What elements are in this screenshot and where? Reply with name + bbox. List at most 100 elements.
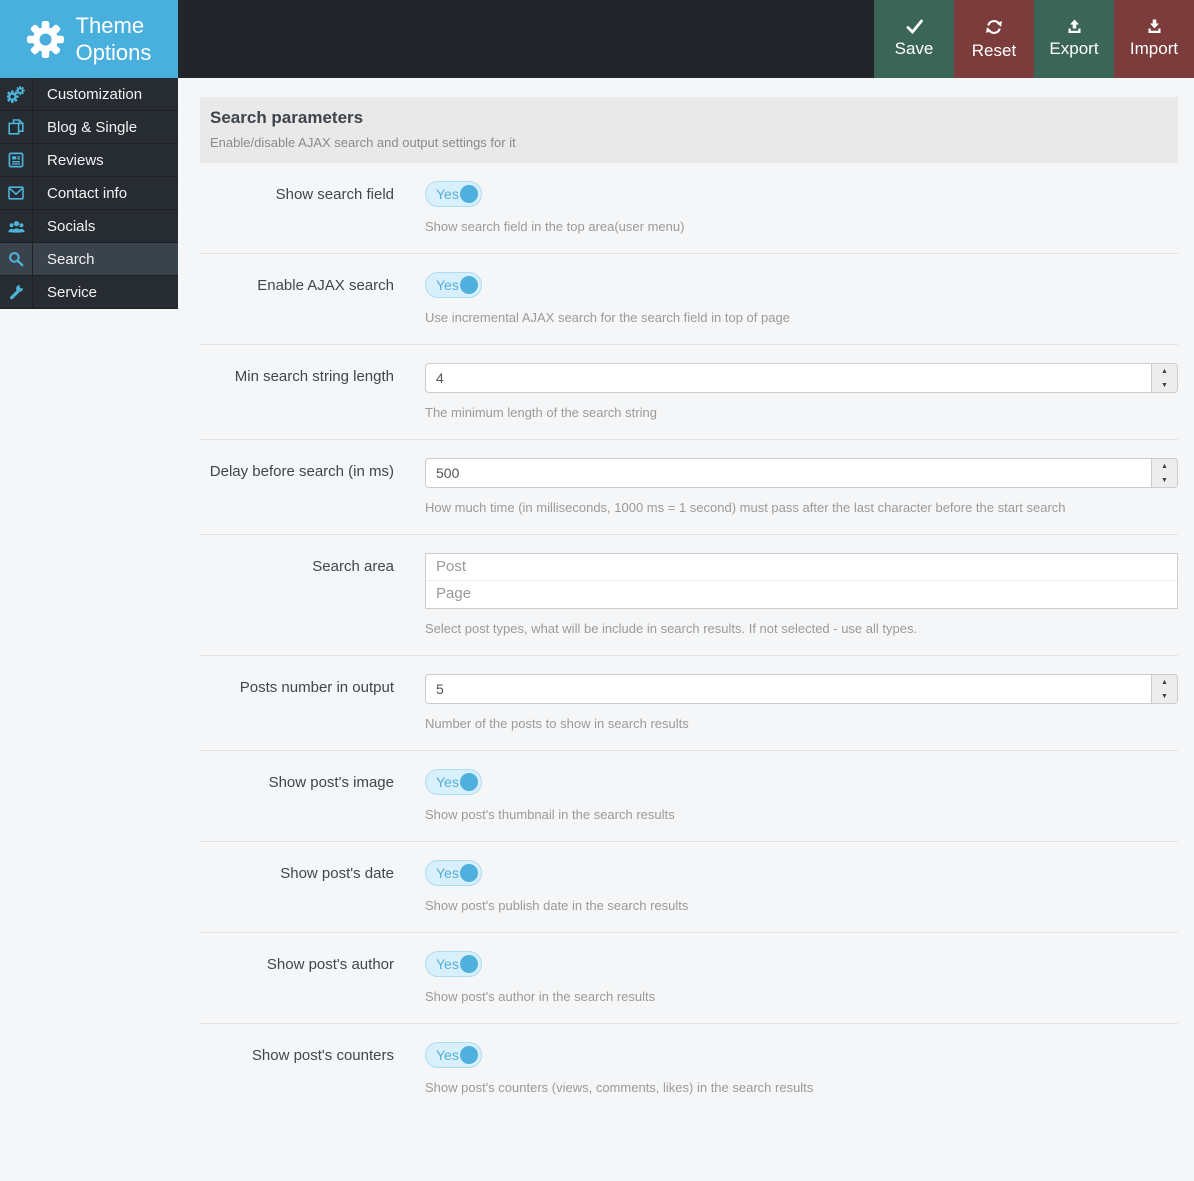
toggle-knob <box>460 864 478 882</box>
import-button-label: Import <box>1129 39 1179 58</box>
search-area-listbox: Post Page <box>425 553 1178 609</box>
setting-row-show-posts-image: Show post's image Yes Show post's thumbn… <box>200 751 1178 842</box>
sidebar: Customization Blog & Single Reviews Cont… <box>0 78 178 309</box>
toggle-knob <box>460 185 478 203</box>
setting-label: Show post's image <box>268 774 394 791</box>
spin-down-icon[interactable]: ▼ <box>1152 473 1177 487</box>
spin-up-icon[interactable]: ▲ <box>1152 675 1177 689</box>
wrench-icon <box>0 276 33 308</box>
setting-label: Show post's author <box>266 956 394 973</box>
show-posts-counters-toggle[interactable]: Yes <box>425 1042 482 1068</box>
export-button[interactable]: Export <box>1034 0 1114 78</box>
search-area-option-page[interactable]: Page <box>426 581 1177 608</box>
users-icon <box>0 210 33 242</box>
check-icon <box>906 19 923 34</box>
upload-icon <box>1066 19 1083 34</box>
setting-label: Search area <box>312 558 394 575</box>
envelope-icon <box>0 177 33 209</box>
setting-help: Show post's counters (views, comments, l… <box>425 1080 814 1095</box>
setting-row-posts-number-in-output: Posts number in output ▲ ▼ Number of the… <box>200 656 1178 751</box>
setting-label: Posts number in output <box>239 679 394 696</box>
sidebar-item-label: Contact info <box>47 184 128 202</box>
spin-up-icon[interactable]: ▲ <box>1152 364 1177 378</box>
enable-ajax-search-toggle[interactable]: Yes <box>425 272 482 298</box>
setting-label: Enable AJAX search <box>257 277 394 294</box>
theme-options-logo: Theme Options <box>0 0 178 78</box>
setting-help: Show post's author in the search results <box>425 989 656 1004</box>
reset-button[interactable]: Reset <box>954 0 1034 78</box>
setting-label: Show post's date <box>280 865 394 882</box>
sidebar-item-label: Blog & Single <box>47 118 138 136</box>
topbar-actions: Save Reset Export Import <box>874 0 1194 78</box>
toggle-knob <box>460 955 478 973</box>
setting-row-show-posts-date: Show post's date Yes Show post's publish… <box>200 842 1178 933</box>
search-area-option-post[interactable]: Post <box>426 554 1177 581</box>
setting-row-min-search-string-length: Min search string length ▲ ▼ The minimum… <box>200 345 1178 440</box>
toggle-knob <box>460 773 478 791</box>
show-posts-author-toggle[interactable]: Yes <box>425 951 482 977</box>
setting-label: Show search field <box>275 186 394 203</box>
show-posts-image-toggle[interactable]: Yes <box>425 769 482 795</box>
setting-row-show-search-field: Show search field Yes Show search field … <box>200 163 1178 254</box>
setting-label: Show post's counters <box>251 1047 394 1064</box>
spin-down-icon[interactable]: ▼ <box>1152 378 1177 392</box>
logo-title: Theme Options <box>75 13 152 65</box>
setting-help: How much time (in milliseconds, 1000 ms … <box>425 500 1066 515</box>
delay-before-search-input[interactable] <box>425 458 1178 488</box>
setting-help: Show post's publish date in the search r… <box>425 898 689 913</box>
toggle-state-label: Yes <box>436 865 459 881</box>
setting-row-show-posts-counters: Show post's counters Yes Show post's cou… <box>200 1024 1178 1114</box>
sidebar-item-contact-info[interactable]: Contact info <box>0 177 178 210</box>
spin-up-icon[interactable]: ▲ <box>1152 459 1177 473</box>
sidebar-item-label: Customization <box>47 85 143 103</box>
gear-icon <box>26 20 64 58</box>
number-spinner: ▲ ▼ <box>1151 364 1177 392</box>
setting-help: Number of the posts to show in search re… <box>425 716 689 731</box>
show-search-field-toggle[interactable]: Yes <box>425 181 482 207</box>
spin-down-icon[interactable]: ▼ <box>1152 689 1177 703</box>
section-header: Search parameters Enable/disable AJAX se… <box>200 97 1178 163</box>
setting-help: Show post's thumbnail in the search resu… <box>425 807 675 822</box>
setting-row-enable-ajax-search: Enable AJAX search Yes Use incremental A… <box>200 254 1178 345</box>
top-bar: Theme Options Save Reset Export Import <box>0 0 1194 78</box>
sidebar-item-customization[interactable]: Customization <box>0 78 178 111</box>
setting-row-show-posts-author: Show post's author Yes Show post's autho… <box>200 933 1178 1024</box>
sidebar-item-label: Search <box>47 250 95 268</box>
search-icon <box>0 243 33 275</box>
download-icon <box>1146 19 1163 34</box>
show-posts-date-toggle[interactable]: Yes <box>425 860 482 886</box>
save-button[interactable]: Save <box>874 0 954 78</box>
setting-help: Select post types, what will be include … <box>425 621 918 636</box>
section-title: Search parameters <box>210 108 364 127</box>
main-content: Search parameters Enable/disable AJAX se… <box>178 78 1194 1114</box>
export-button-label: Export <box>1049 39 1099 58</box>
setting-row-search-area: Search area Post Page Select post types,… <box>200 535 1178 656</box>
refresh-icon <box>985 18 1003 36</box>
posts-number-input[interactable] <box>425 674 1178 704</box>
setting-help: Use incremental AJAX search for the sear… <box>425 310 790 325</box>
sidebar-item-search[interactable]: Search <box>0 243 178 276</box>
sidebar-item-label: Socials <box>47 217 96 235</box>
toggle-state-label: Yes <box>436 1047 459 1063</box>
import-button[interactable]: Import <box>1114 0 1194 78</box>
number-spinner: ▲ ▼ <box>1151 459 1177 487</box>
cogs-icon <box>0 78 33 110</box>
section-subtitle: Enable/disable AJAX search and output se… <box>210 135 516 150</box>
setting-label: Min search string length <box>234 368 394 385</box>
setting-label: Delay before search (in ms) <box>209 463 394 480</box>
newspaper-icon <box>0 144 33 176</box>
sidebar-item-service[interactable]: Service <box>0 276 178 309</box>
setting-row-delay-before-search: Delay before search (in ms) ▲ ▼ How much… <box>200 440 1178 535</box>
sidebar-item-reviews[interactable]: Reviews <box>0 144 178 177</box>
toggle-knob <box>460 276 478 294</box>
sidebar-item-socials[interactable]: Socials <box>0 210 178 243</box>
toggle-state-label: Yes <box>436 186 459 202</box>
toggle-state-label: Yes <box>436 277 459 293</box>
copy-icon <box>0 111 33 143</box>
number-spinner: ▲ ▼ <box>1151 675 1177 703</box>
sidebar-item-label: Reviews <box>47 151 104 169</box>
sidebar-item-blog-single[interactable]: Blog & Single <box>0 111 178 144</box>
reset-button-label: Reset <box>971 40 1017 60</box>
toggle-state-label: Yes <box>436 774 459 790</box>
min-search-length-input[interactable] <box>425 363 1178 393</box>
